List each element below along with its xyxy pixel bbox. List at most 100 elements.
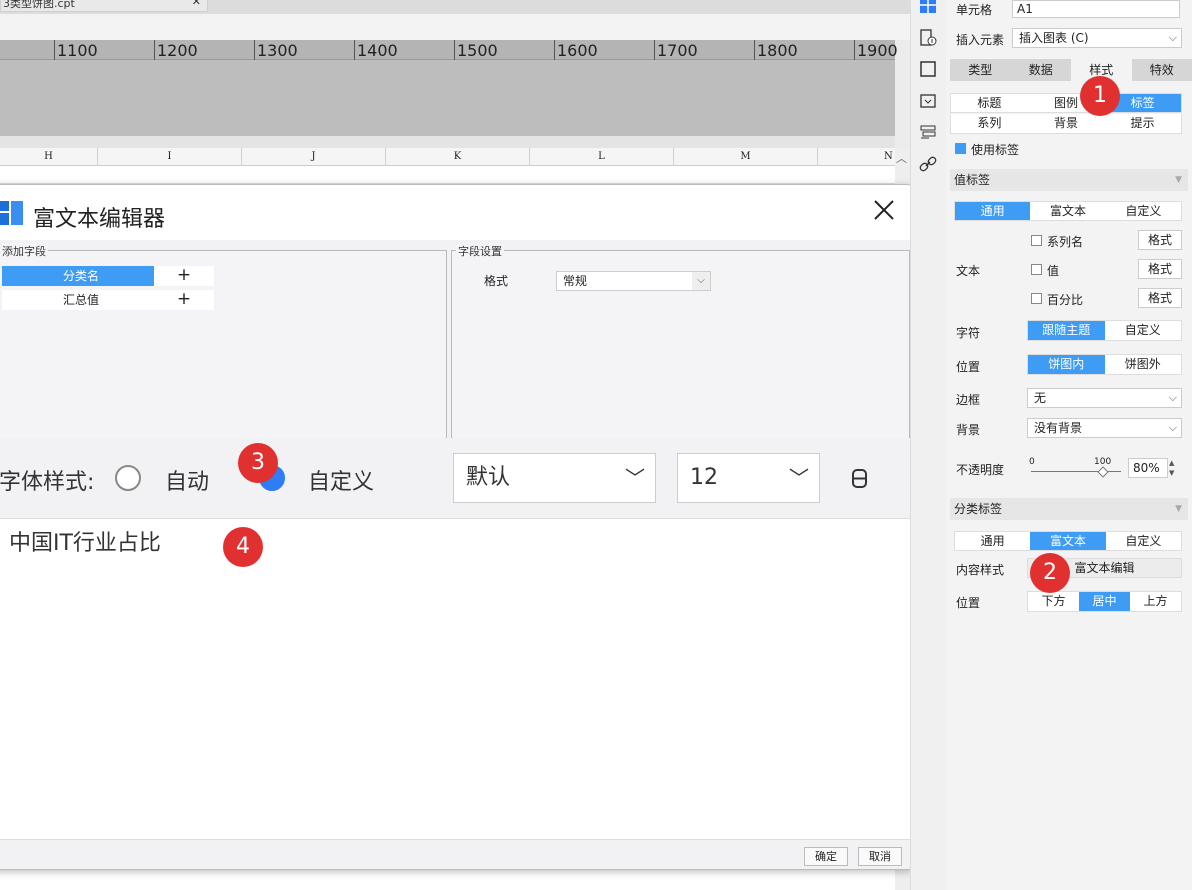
cat-pos-above[interactable]: 上方 — [1130, 592, 1181, 611]
position-label: 位置 — [956, 360, 981, 374]
cell-properties-icon[interactable] — [919, 0, 937, 14]
value-checkbox[interactable] — [1031, 264, 1042, 275]
position-mode: 饼图内 饼图外 — [1027, 354, 1182, 375]
format-button[interactable]: 格式 — [1138, 230, 1182, 250]
cat-mode-general[interactable]: 通用 — [955, 532, 1030, 550]
char-follow-theme[interactable]: 跟随主题 — [1028, 321, 1105, 340]
condition-icon[interactable] — [919, 123, 937, 141]
font-family-select[interactable]: 默认 ﹀ — [453, 453, 656, 503]
ruler-tick: 1500 — [454, 40, 498, 60]
annotation-marker-1: 1 — [1080, 76, 1120, 116]
field-item[interactable]: 分类名 — [2, 266, 160, 286]
mode-custom[interactable]: 自定义 — [1106, 202, 1181, 220]
format-button[interactable]: 格式 — [1138, 288, 1182, 308]
ruler-tick: 1700 — [654, 40, 698, 60]
column-header[interactable]: L — [530, 148, 674, 166]
add-field-group: 添加字段 分类名 + 汇总值 + — [0, 243, 447, 439]
style-subtabs-row1: 标题 图例 标签 — [950, 93, 1182, 113]
use-label-checkbox[interactable] — [955, 143, 966, 154]
subtab-tooltip[interactable]: 提示 — [1104, 114, 1181, 133]
rich-text-editor-dialog: 富文本编辑器 添加字段 分类名 + 汇总值 + 字段设置 格式 常规 ⌵ 字体样… — [0, 184, 915, 870]
opacity-input[interactable]: 80% — [1128, 458, 1168, 478]
category-label-section[interactable]: 分类标签 ▼ — [950, 498, 1188, 520]
opacity-spinner[interactable]: ▲ ▼ — [1169, 458, 1179, 478]
chevron-down-icon: ⌵ — [1168, 421, 1177, 434]
cat-pos-center[interactable]: 居中 — [1079, 592, 1130, 611]
column-header[interactable]: H — [0, 148, 98, 166]
scroll-up-icon[interactable]: ︿ — [896, 150, 907, 166]
column-header[interactable]: M — [674, 148, 818, 166]
close-icon[interactable] — [871, 197, 897, 223]
chart-tabs: 类型 数据 样式 特效 — [950, 59, 1192, 81]
percent-checkbox[interactable] — [1031, 293, 1042, 304]
series-name-checkbox[interactable] — [1031, 235, 1042, 246]
collapse-icon[interactable]: ▼ — [1175, 498, 1182, 520]
cancel-button[interactable]: 取消 — [858, 847, 902, 866]
subtab-series[interactable]: 系列 — [951, 114, 1028, 133]
close-tab-icon[interactable]: ✕ — [192, 0, 201, 8]
add-field-button[interactable]: + — [154, 290, 214, 310]
border-select[interactable]: 无 ⌵ — [1027, 388, 1182, 408]
field-item[interactable]: 汇总值 — [2, 290, 160, 310]
radio-auto-label[interactable]: 自动 — [165, 464, 209, 496]
text-label: 文本 — [956, 264, 981, 278]
chevron-down-icon: ⌵ — [1168, 31, 1177, 44]
font-style-label: 字体样式: — [0, 470, 95, 495]
subtab-background[interactable]: 背景 — [1028, 114, 1105, 133]
format-select[interactable]: 常规 ⌵ — [556, 271, 711, 291]
tab-type[interactable]: 类型 — [950, 59, 1011, 81]
value-label-section[interactable]: 值标签 ▼ — [950, 169, 1188, 191]
opacity-min: 0 — [1029, 457, 1035, 467]
attribute-icon[interactable] — [919, 29, 937, 47]
cat-pos-below[interactable]: 下方 — [1028, 592, 1079, 611]
tab-data[interactable]: 数据 — [1010, 59, 1071, 81]
radio-custom-label[interactable]: 自定义 — [308, 464, 374, 496]
file-tab-title: 3类型饼图.cpt — [3, 0, 75, 10]
char-custom[interactable]: 自定义 — [1105, 321, 1182, 340]
radio-auto[interactable] — [115, 465, 141, 491]
format-select-value: 常规 — [563, 274, 588, 288]
cat-mode-richtext[interactable]: 富文本 — [1030, 532, 1106, 550]
cell-label: 单元格 — [956, 3, 993, 17]
category-label-title: 分类标签 — [954, 502, 1003, 516]
column-header[interactable]: J — [242, 148, 386, 166]
opacity-slider-thumb[interactable] — [1097, 466, 1109, 478]
border-icon[interactable] — [919, 60, 937, 78]
mode-richtext[interactable]: 富文本 — [1030, 202, 1105, 220]
field-settings-legend: 字段设置 — [456, 243, 504, 259]
chevron-down-icon: ⌵ — [1168, 391, 1177, 404]
chevron-down-icon: ﹀ — [625, 466, 645, 490]
cell-input[interactable]: A1 — [1012, 0, 1180, 18]
toolbar-strip — [0, 14, 910, 40]
cat-mode-custom[interactable]: 自定义 — [1106, 532, 1181, 550]
format-button[interactable]: 格式 — [1138, 259, 1182, 279]
value-label-title: 值标签 — [954, 173, 991, 187]
font-style-row: 字体样式: 自动 自定义 默认 ﹀ 12 ﹀ — [0, 438, 914, 518]
mode-general[interactable]: 通用 — [955, 202, 1031, 220]
subtab-title[interactable]: 标题 — [951, 94, 1028, 112]
app-logo-icon — [0, 201, 23, 225]
widget-icon[interactable] — [919, 92, 937, 110]
background-value: 没有背景 — [1034, 421, 1083, 435]
background-select[interactable]: 没有背景 ⌵ — [1027, 418, 1182, 438]
add-field-button[interactable]: + — [154, 266, 214, 286]
pos-outside[interactable]: 饼图外 — [1105, 355, 1182, 374]
ok-button[interactable]: 确定 — [804, 847, 848, 866]
link-icon[interactable] — [919, 155, 937, 173]
grid-row-bottom[interactable] — [0, 868, 895, 890]
collapse-icon[interactable]: ▼ — [1175, 169, 1182, 191]
ruler-tick: 1300 — [254, 40, 298, 60]
insert-element-select[interactable]: 插入图表 (C) ⌵ — [1012, 28, 1182, 48]
tab-effects[interactable]: 特效 — [1131, 59, 1192, 81]
column-header[interactable]: K — [386, 148, 530, 166]
column-header[interactable]: I — [98, 148, 242, 166]
editor-content[interactable]: 中国IT行业占比 — [9, 525, 161, 557]
pos-inside[interactable]: 饼图内 — [1028, 355, 1105, 374]
font-size-select[interactable]: 12 ﹀ — [677, 453, 820, 503]
format-label: 格式 — [484, 274, 509, 288]
rich-text-area[interactable]: 中国IT行业占比 — [0, 518, 912, 840]
file-tab[interactable]: 3类型饼图.cpt ✕ — [0, 0, 208, 12]
grid-row[interactable] — [0, 166, 895, 184]
ruler-tick: 1200 — [154, 40, 198, 60]
bold-icon[interactable] — [851, 468, 869, 490]
